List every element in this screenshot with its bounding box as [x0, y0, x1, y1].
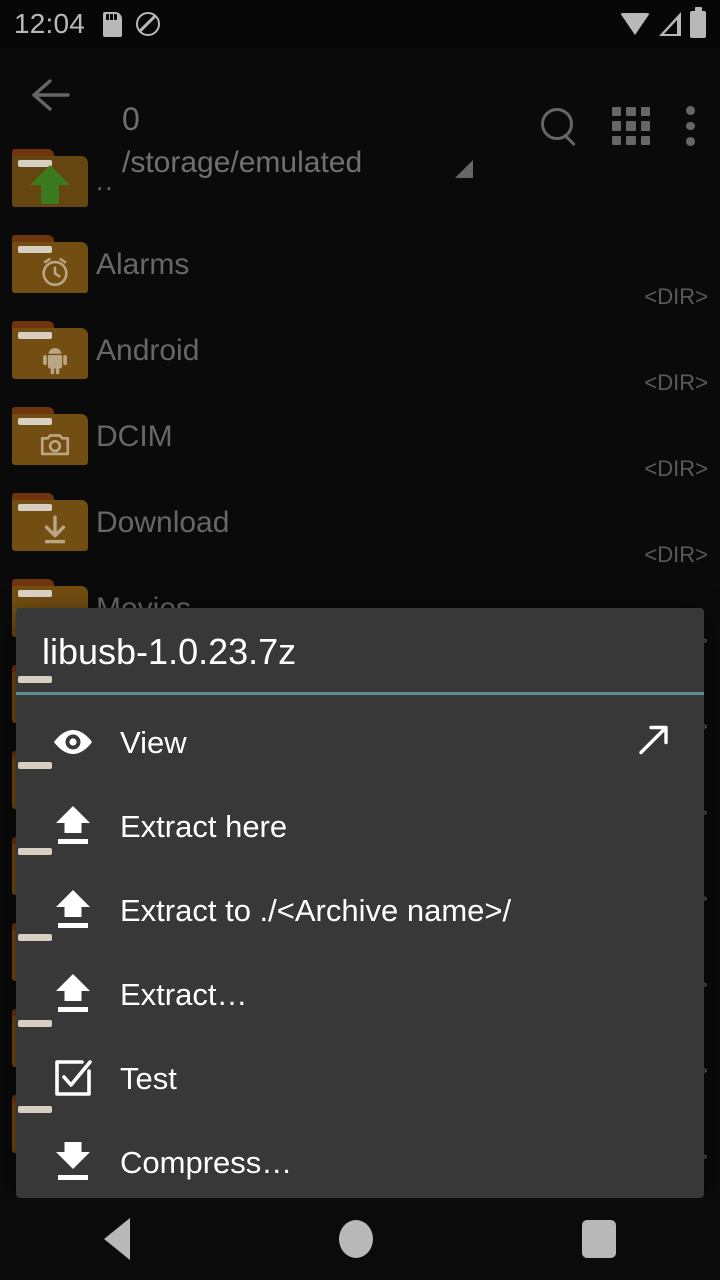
menu-item-label: Test	[120, 1060, 177, 1096]
dialog-menu: View Extract here Extract to ./<Archive …	[16, 700, 704, 1198]
menu-item-extract-here[interactable]: Extract here	[16, 784, 704, 868]
dialog-title: libusb-1.0.23.7z	[42, 631, 297, 672]
android-glyph	[43, 348, 67, 375]
extract-up-icon	[44, 888, 102, 932]
eye-icon	[44, 727, 102, 757]
external-link-icon[interactable]	[634, 720, 674, 765]
menu-item-label: Compress…	[120, 1144, 293, 1180]
menu-item-compress[interactable]: Compress…	[16, 1120, 704, 1198]
compress-down-icon	[44, 1140, 102, 1184]
dialog-divider	[16, 692, 704, 695]
nav-home-button[interactable]	[338, 1220, 373, 1258]
menu-item-label: Extract here	[120, 808, 288, 844]
menu-item-extract-to-archive-name[interactable]: Extract to ./<Archive name>/	[16, 868, 704, 952]
app-screen: 12:04 0 /storage/emulated .. Alarms <DIR…	[0, 0, 720, 1280]
up-arrow-glyph	[30, 165, 70, 204]
checkbox-check-icon	[44, 1057, 102, 1099]
archive-context-dialog: libusb-1.0.23.7z View Extract here Extra…	[16, 608, 704, 1198]
nav-recents-button[interactable]	[581, 1220, 616, 1258]
menu-item-test[interactable]: Test	[16, 1036, 704, 1120]
alarm-glyph	[42, 257, 68, 287]
nav-back-button[interactable]	[104, 1218, 131, 1260]
system-nav-bar	[0, 1198, 720, 1280]
menu-item-label: Extract…	[120, 976, 248, 1012]
menu-item-view[interactable]: View	[16, 700, 704, 784]
menu-item-label: View	[120, 724, 187, 760]
menu-item-label: Extract to ./<Archive name>/	[120, 892, 512, 928]
camera-glyph	[40, 434, 70, 456]
extract-up-icon	[44, 972, 102, 1016]
menu-item-extract-dialog[interactable]: Extract…	[16, 952, 704, 1036]
extract-up-icon	[44, 804, 102, 848]
download-glyph	[44, 515, 66, 544]
